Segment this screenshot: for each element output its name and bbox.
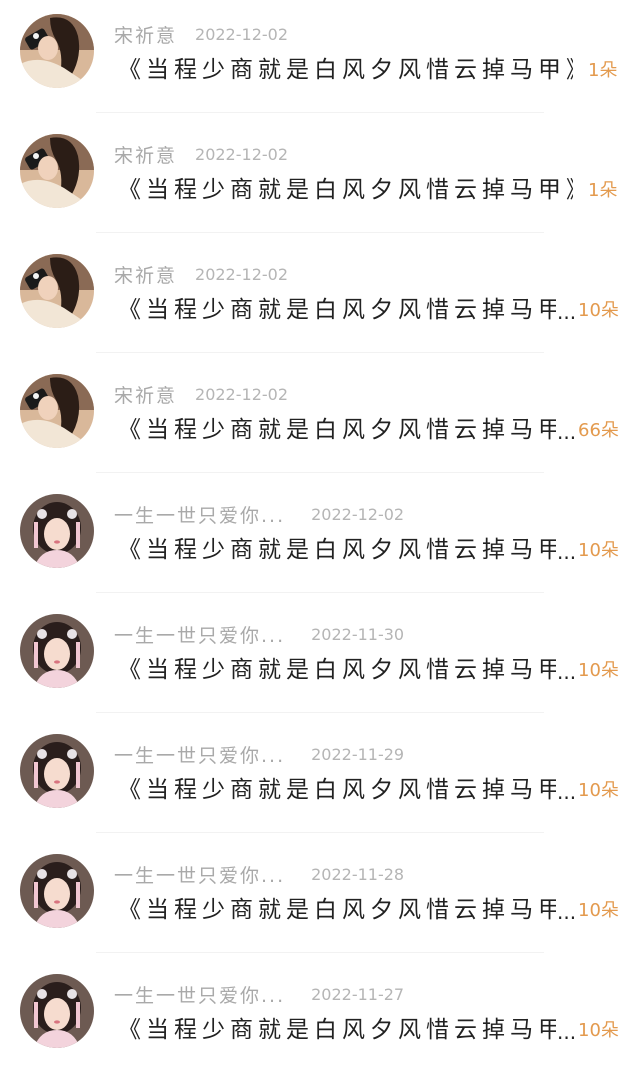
avatar[interactable]: [20, 974, 94, 1048]
divider: [96, 712, 544, 713]
list-item[interactable]: 宋祈意 2022-12-02 《当程少商就是白风夕风惜云掉马甲 ... 10朵: [0, 240, 640, 360]
username[interactable]: 一生一世只爱你...: [114, 741, 285, 768]
username[interactable]: 一生一世只爱你...: [114, 981, 285, 1008]
title-ellipsis: ...: [557, 300, 577, 324]
date: 2022-11-27: [311, 984, 405, 1004]
avatar[interactable]: [20, 614, 94, 688]
avatar-girl-photo-icon: [20, 254, 94, 328]
flower-count: 10朵: [578, 1020, 619, 1041]
date: 2022-12-02: [195, 24, 288, 44]
meta-line: 一生一世只爱你... 2022-12-02: [114, 500, 404, 528]
avatar-girl-photo-icon: [20, 374, 94, 448]
flower-count: 10朵: [578, 780, 619, 801]
work-title[interactable]: 《当程少商就是白风夕风惜云掉马甲: [118, 410, 556, 450]
list-item[interactable]: 一生一世只爱你... 2022-11-27 《当程少商就是白风夕风惜云掉马甲 .…: [0, 960, 640, 1080]
username[interactable]: 宋祈意: [114, 261, 177, 288]
flower-count: 10朵: [578, 900, 619, 921]
username[interactable]: 宋祈意: [114, 381, 177, 408]
divider: [96, 592, 544, 593]
avatar[interactable]: [20, 14, 94, 88]
flower-count: 1朵: [588, 60, 618, 81]
divider: [96, 952, 544, 953]
meta-line: 一生一世只爱你... 2022-11-27: [114, 980, 404, 1008]
meta-line: 一生一世只爱你... 2022-11-30: [114, 620, 404, 648]
flower-count: 10朵: [578, 540, 619, 561]
title-ellipsis: ...: [557, 780, 577, 804]
meta-line: 一生一世只爱你... 2022-11-28: [114, 860, 404, 888]
username[interactable]: 一生一世只爱你...: [114, 501, 285, 528]
gift-record-list: 宋祈意 2022-12-02 《当程少商就是白风夕风惜云掉马甲》 1朵 宋祈意 …: [0, 0, 640, 1060]
avatar[interactable]: [20, 854, 94, 928]
avatar-costume-girl-icon: [20, 854, 94, 928]
avatar[interactable]: [20, 254, 94, 328]
avatar-girl-photo-icon: [20, 14, 94, 88]
title-ellipsis: ...: [557, 660, 577, 684]
date: 2022-12-02: [195, 144, 288, 164]
meta-line: 一生一世只爱你... 2022-11-29: [114, 740, 404, 768]
avatar[interactable]: [20, 734, 94, 808]
avatar[interactable]: [20, 134, 94, 208]
title-ellipsis: ...: [557, 900, 577, 924]
avatar-costume-girl-icon: [20, 734, 94, 808]
username[interactable]: 一生一世只爱你...: [114, 861, 285, 888]
date: 2022-11-28: [311, 864, 405, 884]
meta-line: 宋祈意 2022-12-02: [114, 380, 288, 408]
divider: [96, 112, 544, 113]
meta-line: 宋祈意 2022-12-02: [114, 20, 288, 48]
avatar-costume-girl-icon: [20, 494, 94, 568]
work-title[interactable]: 《当程少商就是白风夕风惜云掉马甲: [118, 1010, 556, 1050]
list-item[interactable]: 一生一世只爱你... 2022-12-02 《当程少商就是白风夕风惜云掉马甲 .…: [0, 480, 640, 600]
work-title[interactable]: 《当程少商就是白风夕风惜云掉马甲》: [118, 50, 573, 90]
title-ellipsis: ...: [557, 1020, 577, 1044]
work-title[interactable]: 《当程少商就是白风夕风惜云掉马甲: [118, 890, 556, 930]
avatar-costume-girl-icon: [20, 614, 94, 688]
meta-line: 宋祈意 2022-12-02: [114, 140, 288, 168]
list-item[interactable]: 一生一世只爱你... 2022-11-29 《当程少商就是白风夕风惜云掉马甲 .…: [0, 720, 640, 840]
date: 2022-12-02: [195, 264, 288, 284]
avatar-girl-photo-icon: [20, 134, 94, 208]
work-title[interactable]: 《当程少商就是白风夕风惜云掉马甲: [118, 650, 556, 690]
flower-count: 10朵: [578, 300, 619, 321]
work-title[interactable]: 《当程少商就是白风夕风惜云掉马甲: [118, 290, 556, 330]
work-title[interactable]: 《当程少商就是白风夕风惜云掉马甲: [118, 530, 556, 570]
username[interactable]: 宋祈意: [114, 141, 177, 168]
date: 2022-11-29: [311, 744, 405, 764]
avatar-costume-girl-icon: [20, 974, 94, 1048]
date: 2022-12-02: [311, 504, 405, 524]
flower-count: 66朵: [578, 420, 619, 441]
avatar[interactable]: [20, 494, 94, 568]
work-title[interactable]: 《当程少商就是白风夕风惜云掉马甲》: [118, 170, 573, 210]
flower-count: 10朵: [578, 660, 619, 681]
list-item[interactable]: 宋祈意 2022-12-02 《当程少商就是白风夕风惜云掉马甲》 1朵: [0, 120, 640, 240]
username[interactable]: 一生一世只爱你...: [114, 621, 285, 648]
list-item[interactable]: 宋祈意 2022-12-02 《当程少商就是白风夕风惜云掉马甲 ... 66朵: [0, 360, 640, 480]
list-item[interactable]: 一生一世只爱你... 2022-11-30 《当程少商就是白风夕风惜云掉马甲 .…: [0, 600, 640, 720]
date: 2022-12-02: [195, 384, 288, 404]
divider: [96, 472, 544, 473]
date: 2022-11-30: [311, 624, 405, 644]
list-item[interactable]: 宋祈意 2022-12-02 《当程少商就是白风夕风惜云掉马甲》 1朵: [0, 0, 640, 120]
title-ellipsis: ...: [557, 540, 577, 564]
title-ellipsis: ...: [557, 420, 577, 444]
flower-count: 1朵: [588, 180, 618, 201]
avatar[interactable]: [20, 374, 94, 448]
work-title[interactable]: 《当程少商就是白风夕风惜云掉马甲: [118, 770, 556, 810]
list-item[interactable]: 一生一世只爱你... 2022-11-28 《当程少商就是白风夕风惜云掉马甲 .…: [0, 840, 640, 960]
divider: [96, 232, 544, 233]
divider: [96, 832, 544, 833]
meta-line: 宋祈意 2022-12-02: [114, 260, 288, 288]
username[interactable]: 宋祈意: [114, 21, 177, 48]
divider: [96, 352, 544, 353]
